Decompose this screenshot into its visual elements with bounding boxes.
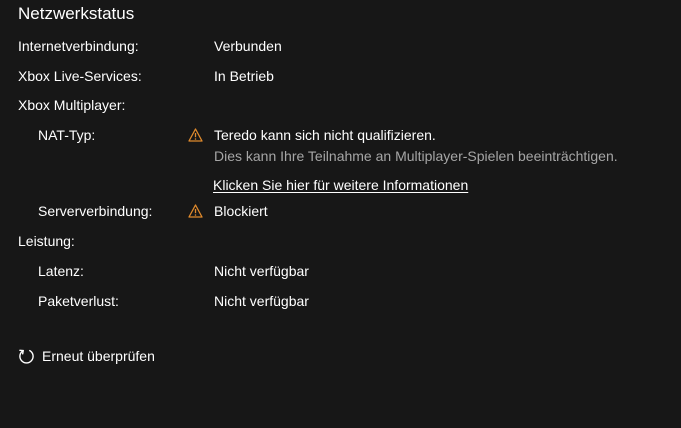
page-title: Netzwerkstatus	[18, 4, 135, 23]
xbox-multiplayer-label: Xbox Multiplayer:	[18, 97, 126, 113]
warning-icon	[188, 204, 203, 218]
xbox-live-services-label: Xbox Live-Services:	[18, 68, 142, 84]
nat-type-value: Teredo kann sich nicht qualifizieren.	[214, 127, 436, 143]
internet-connection-value: Verbunden	[214, 38, 282, 54]
packet-loss-label: Paketverlust:	[38, 293, 119, 309]
packet-loss-value: Nicht verfügbar	[214, 293, 309, 309]
refresh-icon	[19, 349, 34, 364]
recheck-button[interactable]: Erneut überprüfen	[18, 346, 155, 366]
latency-label: Latenz:	[38, 263, 84, 279]
server-connection-value: Blockiert	[214, 203, 268, 219]
xbox-live-services-value: In Betrieb	[214, 68, 274, 84]
nat-type-label: NAT-Typ:	[38, 127, 96, 143]
nat-type-detail: Dies kann Ihre Teilnahme an Multiplayer-…	[214, 148, 618, 164]
server-connection-label: Serververbindung:	[38, 203, 153, 219]
latency-value: Nicht verfügbar	[214, 263, 309, 279]
internet-connection-label: Internetverbindung:	[18, 38, 139, 54]
performance-label: Leistung:	[18, 233, 75, 249]
more-info-link[interactable]: Klicken Sie hier für weitere Information…	[213, 177, 468, 193]
recheck-label: Erneut überprüfen	[42, 348, 155, 364]
warning-icon	[188, 128, 203, 142]
